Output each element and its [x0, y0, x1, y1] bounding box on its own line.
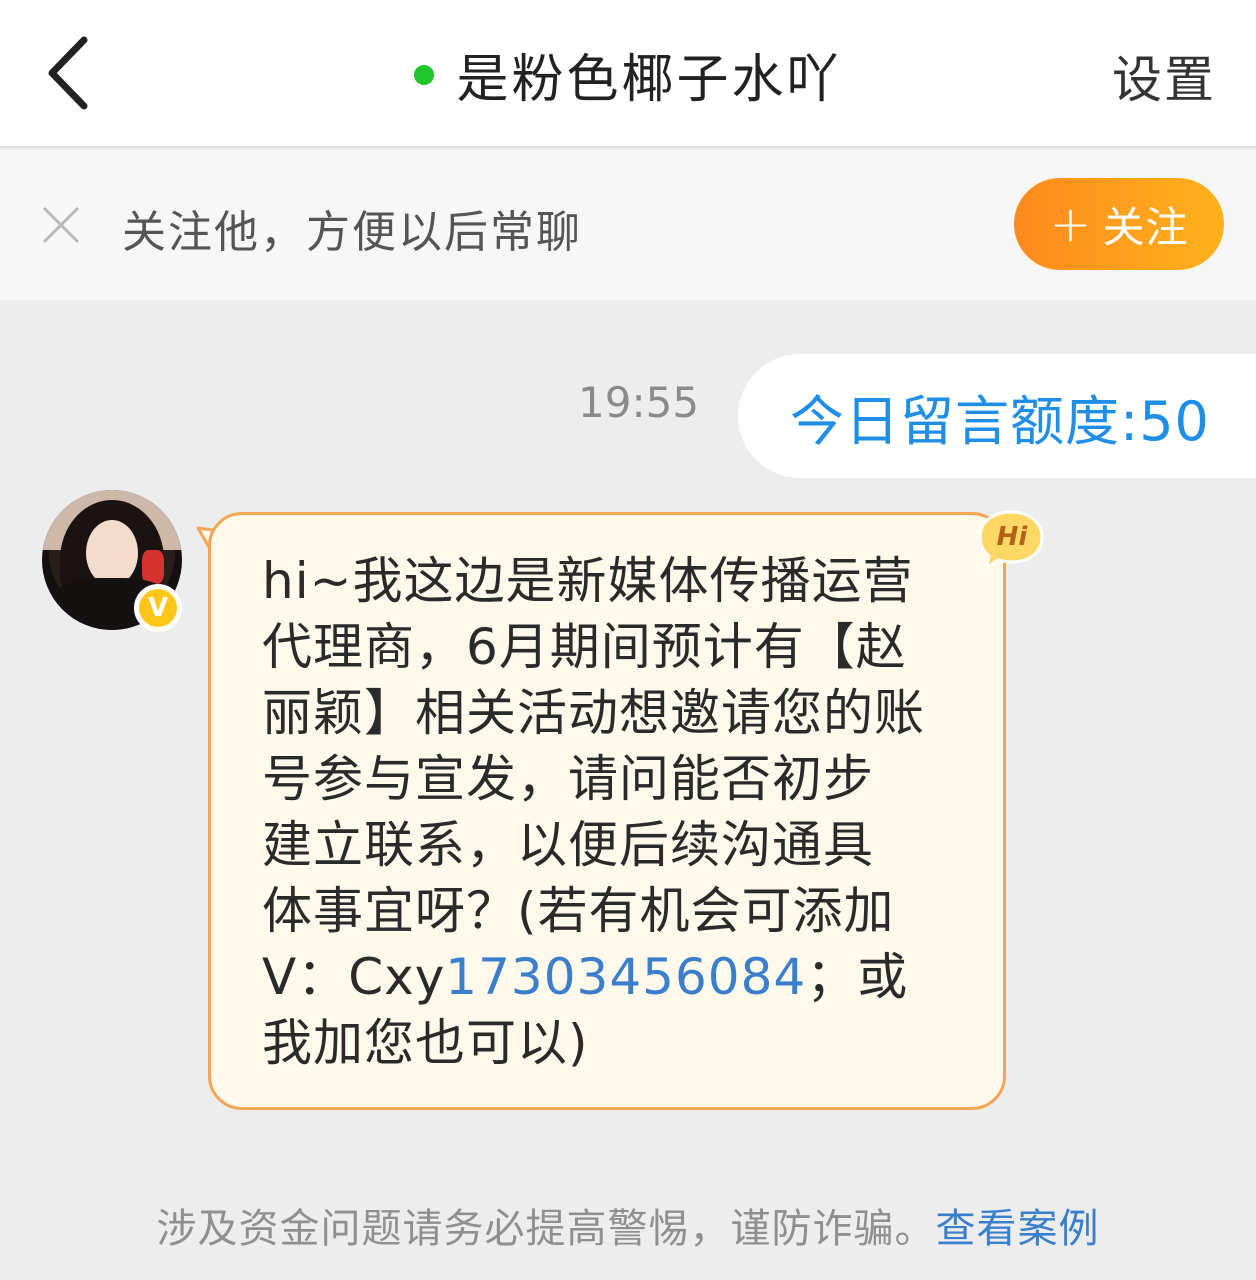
message-line: hi~我这边是新媒体传播运营	[262, 552, 914, 610]
quota-bubble: 今日留言额度:50	[738, 354, 1256, 478]
chevron-left-icon	[48, 36, 88, 110]
chat-screen: 是粉色椰子水吖 设置 关注他，方便以后常聊 + 关注 19:55 今日留言额度:…	[0, 0, 1256, 1280]
avatar-flower	[142, 550, 164, 584]
contact-prefix: V：Cxy	[262, 948, 446, 1006]
quota-text: 今日留言额度:50	[790, 389, 1210, 453]
settings-button[interactable]: 设置	[1112, 40, 1216, 112]
message-line: 丽颖】相关活动想邀请您的账	[262, 684, 925, 742]
message-line-contact: V：Cxy17303456084；或	[262, 944, 982, 1010]
avatar-face	[86, 520, 138, 586]
top-bar: 是粉色椰子水吖 设置	[0, 0, 1256, 148]
close-banner-button[interactable]	[40, 204, 82, 246]
close-icon	[42, 206, 80, 244]
hi-badge-label: Hi	[996, 522, 1028, 552]
online-status-dot	[414, 65, 435, 85]
follow-prompt-text: 关注他，方便以后常聊	[122, 207, 582, 258]
message-line: 我加您也可以)	[262, 1014, 589, 1072]
view-cases-link[interactable]: 查看案例	[936, 1206, 1100, 1252]
message-text: hi~我这边是新媒体传播运营 代理商，6月期间预计有【赵 丽颖】相关活动想邀请您…	[262, 548, 982, 1076]
message-line: 体事宜呀？(若有机会可添加	[262, 882, 895, 940]
title-area: 是粉色椰子水吖	[0, 0, 1256, 148]
verified-badge-icon: V	[134, 584, 182, 632]
back-button[interactable]	[30, 28, 110, 118]
contact-suffix: ；或	[806, 948, 909, 1006]
warning-text: 涉及资金问题请务必提高警惕，谨防诈骗。	[156, 1206, 936, 1252]
phone-number-link[interactable]: 17303456084	[445, 948, 806, 1006]
fraud-warning: 涉及资金问题请务必提高警惕，谨防诈骗。查看案例	[0, 1196, 1256, 1254]
plus-icon: +	[1049, 195, 1093, 253]
follow-button[interactable]: + 关注	[1014, 178, 1224, 270]
message-timestamp: 19:55	[578, 378, 700, 427]
message-line: 代理商，6月期间预计有【赵	[262, 618, 907, 676]
message-line: 建立联系，以便后续沟通具	[262, 816, 874, 874]
follow-button-label: 关注	[1102, 202, 1189, 252]
message-line: 号参与宣发，请问能否初步	[262, 750, 874, 808]
chat-title: 是粉色椰子水吖	[456, 49, 842, 110]
